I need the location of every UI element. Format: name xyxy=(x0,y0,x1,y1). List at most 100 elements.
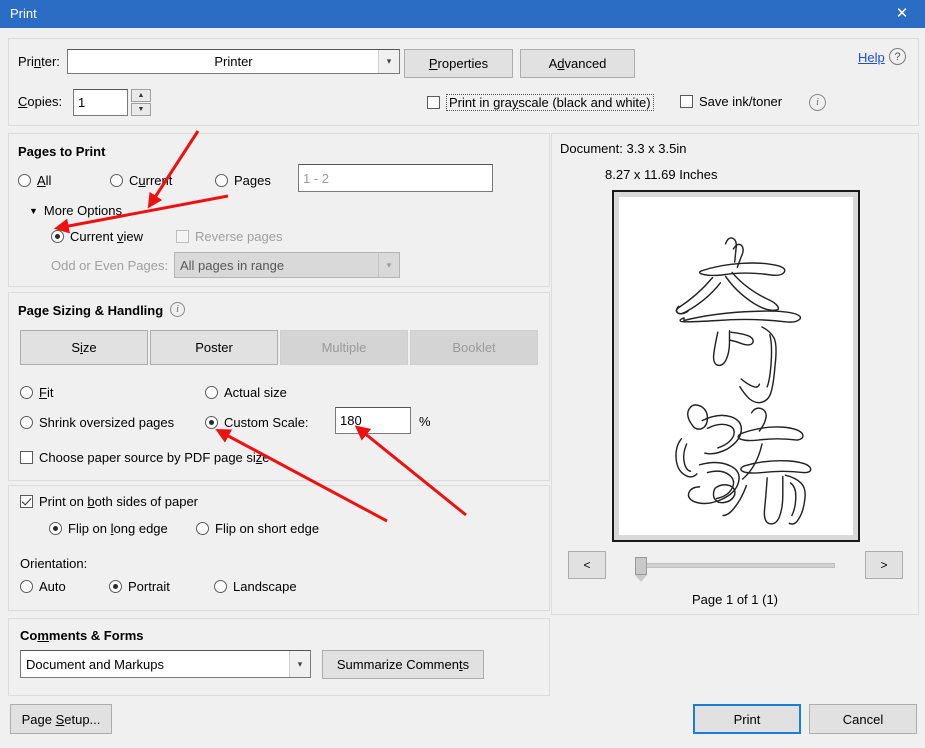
cancel-button[interactable]: Cancel xyxy=(809,704,917,734)
radio-current-view[interactable]: Current view xyxy=(51,229,143,244)
radio-landscape-label: Landscape xyxy=(233,579,297,594)
radio-dot xyxy=(51,230,64,243)
cancel-button-label: Cancel xyxy=(842,711,884,727)
more-options-toggle[interactable]: ▼ More Options xyxy=(29,203,122,218)
both-sides-checkbox[interactable]: Print on both sides of paper xyxy=(20,494,198,509)
reverse-pages-label: Reverse pages xyxy=(195,229,283,244)
radio-custom-scale[interactable]: Custom Scale: xyxy=(205,415,309,430)
radio-all[interactable]: All xyxy=(18,173,51,188)
radio-dot xyxy=(205,416,218,429)
radio-shrink-oversized[interactable]: Shrink oversized pages xyxy=(20,415,174,430)
tab-size[interactable]: Size xyxy=(20,330,148,365)
radio-actual-size[interactable]: Actual size xyxy=(205,385,287,400)
preview-page xyxy=(612,190,860,542)
radio-flip-long-edge[interactable]: Flip on long edge xyxy=(49,521,168,536)
tab-booklet-label: Booklet xyxy=(452,340,496,355)
summarize-comments-label: Summarize Comments xyxy=(336,657,470,672)
print-grayscale-label: Print in grayscale (black and white) xyxy=(446,94,654,111)
pages-range-input[interactable]: 1 - 2 xyxy=(298,164,493,192)
radio-dot xyxy=(110,174,123,187)
preview-prev-button[interactable]: < xyxy=(568,551,606,579)
radio-dot xyxy=(205,386,218,399)
odd-even-select-value: All pages in range xyxy=(180,257,285,273)
percent-label: % xyxy=(419,414,431,429)
paper-source-label: Choose paper source by PDF page size xyxy=(39,450,270,465)
odd-even-label: Odd or Even Pages: xyxy=(51,258,169,273)
radio-current-label: Current xyxy=(129,173,173,188)
more-options-label: More Options xyxy=(43,203,122,218)
window-title: Print xyxy=(10,6,37,21)
paper-source-checkbox[interactable]: Choose paper source by PDF page size xyxy=(20,450,270,465)
printer-select-value: Printer xyxy=(214,54,253,69)
help-link[interactable]: Help xyxy=(858,50,885,65)
preview-document-label: Document: 3.3 x 3.5in xyxy=(560,141,687,156)
radio-orientation-portrait[interactable]: Portrait xyxy=(109,579,170,594)
orientation-label: Orientation: xyxy=(20,556,88,571)
advanced-button-label: Advanced xyxy=(548,56,607,71)
caret-down-icon[interactable]: ▼ xyxy=(131,103,151,116)
copies-label: Copies: xyxy=(18,94,63,109)
radio-current[interactable]: Current xyxy=(110,173,172,188)
radio-pages[interactable]: Pages xyxy=(215,173,271,188)
chevron-down-icon: ▾ xyxy=(289,651,310,677)
help-link-label: Help xyxy=(858,50,885,65)
tab-booklet: Booklet xyxy=(410,330,538,365)
pages-to-print-panel: Pages to Print All Current Pages 1 - 2 ▼… xyxy=(8,133,550,287)
page-setup-button[interactable]: Page Setup... xyxy=(10,704,112,734)
radio-dot xyxy=(20,580,33,593)
odd-even-select[interactable]: All pages in range ▾ xyxy=(174,252,400,278)
radio-orientation-landscape[interactable]: Landscape xyxy=(214,579,297,594)
summarize-comments-button[interactable]: Summarize Comments xyxy=(322,650,484,679)
radio-flip-short-edge[interactable]: Flip on short edge xyxy=(196,521,319,536)
tab-size-label: Size xyxy=(71,340,97,355)
question-mark-icon[interactable]: ? xyxy=(889,48,906,65)
radio-dot xyxy=(20,386,33,399)
radio-auto-label: Auto xyxy=(39,579,66,594)
print-button-label: Print xyxy=(733,711,761,727)
radio-dot xyxy=(20,416,33,429)
properties-button[interactable]: Properties xyxy=(404,49,513,78)
print-button[interactable]: Print xyxy=(693,704,801,734)
copies-input-value: 1 xyxy=(78,95,86,110)
caret-up-icon[interactable]: ▲ xyxy=(131,89,151,102)
radio-dot xyxy=(215,174,228,187)
preview-paper-label: 8.27 x 11.69 Inches xyxy=(605,167,718,182)
printer-select[interactable]: Printer ▾ xyxy=(67,49,400,74)
close-icon[interactable]: ✕ xyxy=(879,0,925,28)
custom-scale-input[interactable]: 180 xyxy=(335,407,411,434)
copies-input[interactable]: 1 xyxy=(73,89,128,116)
radio-all-label: All xyxy=(37,173,52,188)
radio-portrait-label: Portrait xyxy=(128,579,170,594)
chevron-down-icon: ▾ xyxy=(378,50,399,73)
save-ink-checkbox[interactable]: Save ink/toner xyxy=(680,94,782,109)
preview-next-label: > xyxy=(880,558,888,572)
printer-label: Printer: xyxy=(18,54,60,69)
preview-slider-thumb[interactable] xyxy=(635,557,647,582)
radio-flip-long-label: Flip on long edge xyxy=(68,521,168,536)
radio-dot xyxy=(214,580,227,593)
info-icon[interactable]: i xyxy=(809,94,826,111)
tab-multiple: Multiple xyxy=(280,330,408,365)
advanced-button[interactable]: Advanced xyxy=(520,49,635,78)
properties-button-label: Properties xyxy=(428,56,489,71)
radio-actual-size-label: Actual size xyxy=(224,385,287,400)
info-icon[interactable]: i xyxy=(170,302,185,317)
copies-stepper[interactable]: ▲ ▼ xyxy=(131,89,151,116)
tab-poster[interactable]: Poster xyxy=(150,330,278,365)
radio-pages-label: Pages xyxy=(234,173,271,188)
preview-page-content xyxy=(619,197,853,535)
radio-orientation-auto[interactable]: Auto xyxy=(20,579,66,594)
reverse-pages-checkbox[interactable]: Reverse pages xyxy=(176,229,282,244)
checkbox-box xyxy=(20,451,33,464)
radio-dot xyxy=(18,174,31,187)
page-sizing-panel: Page Sizing & Handling i Size Poster Mul… xyxy=(8,292,550,481)
comments-select[interactable]: Document and Markups ▾ xyxy=(20,650,311,678)
radio-shrink-label: Shrink oversized pages xyxy=(39,415,175,430)
pages-range-placeholder: 1 - 2 xyxy=(303,170,330,186)
preview-next-button[interactable]: > xyxy=(865,551,903,579)
print-grayscale-checkbox[interactable]: Print in grayscale (black and white) xyxy=(427,94,654,111)
radio-flip-short-label: Flip on short edge xyxy=(215,521,320,536)
radio-fit[interactable]: Fit xyxy=(20,385,53,400)
triangle-down-icon: ▼ xyxy=(29,205,38,216)
preview-page-slider[interactable] xyxy=(635,557,835,582)
